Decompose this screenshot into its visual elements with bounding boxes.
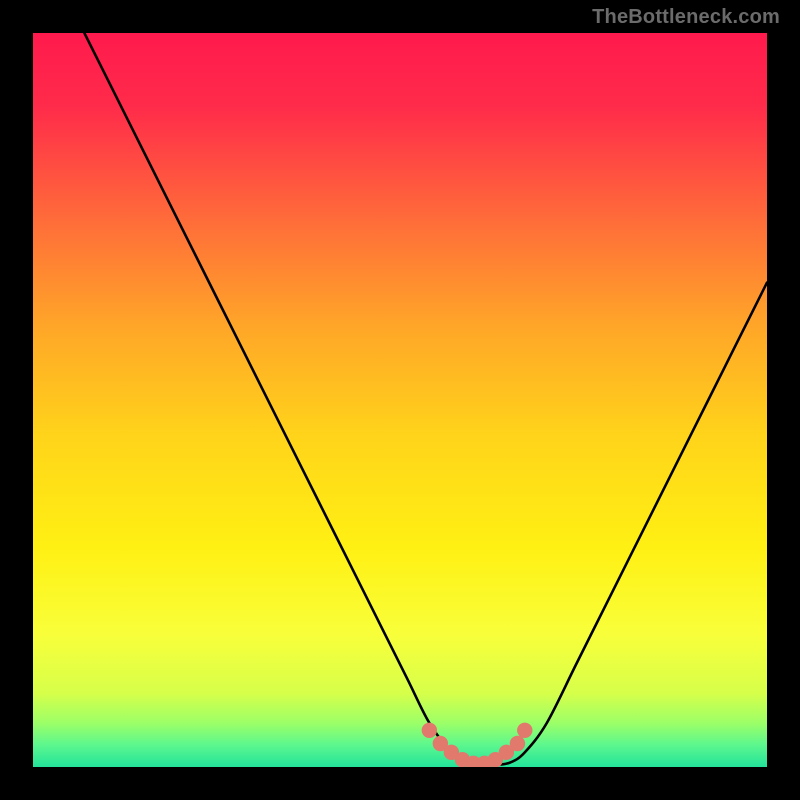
plot-area: [33, 33, 767, 767]
watermark-text: TheBottleneck.com: [592, 6, 780, 29]
background-gradient: [33, 33, 767, 767]
